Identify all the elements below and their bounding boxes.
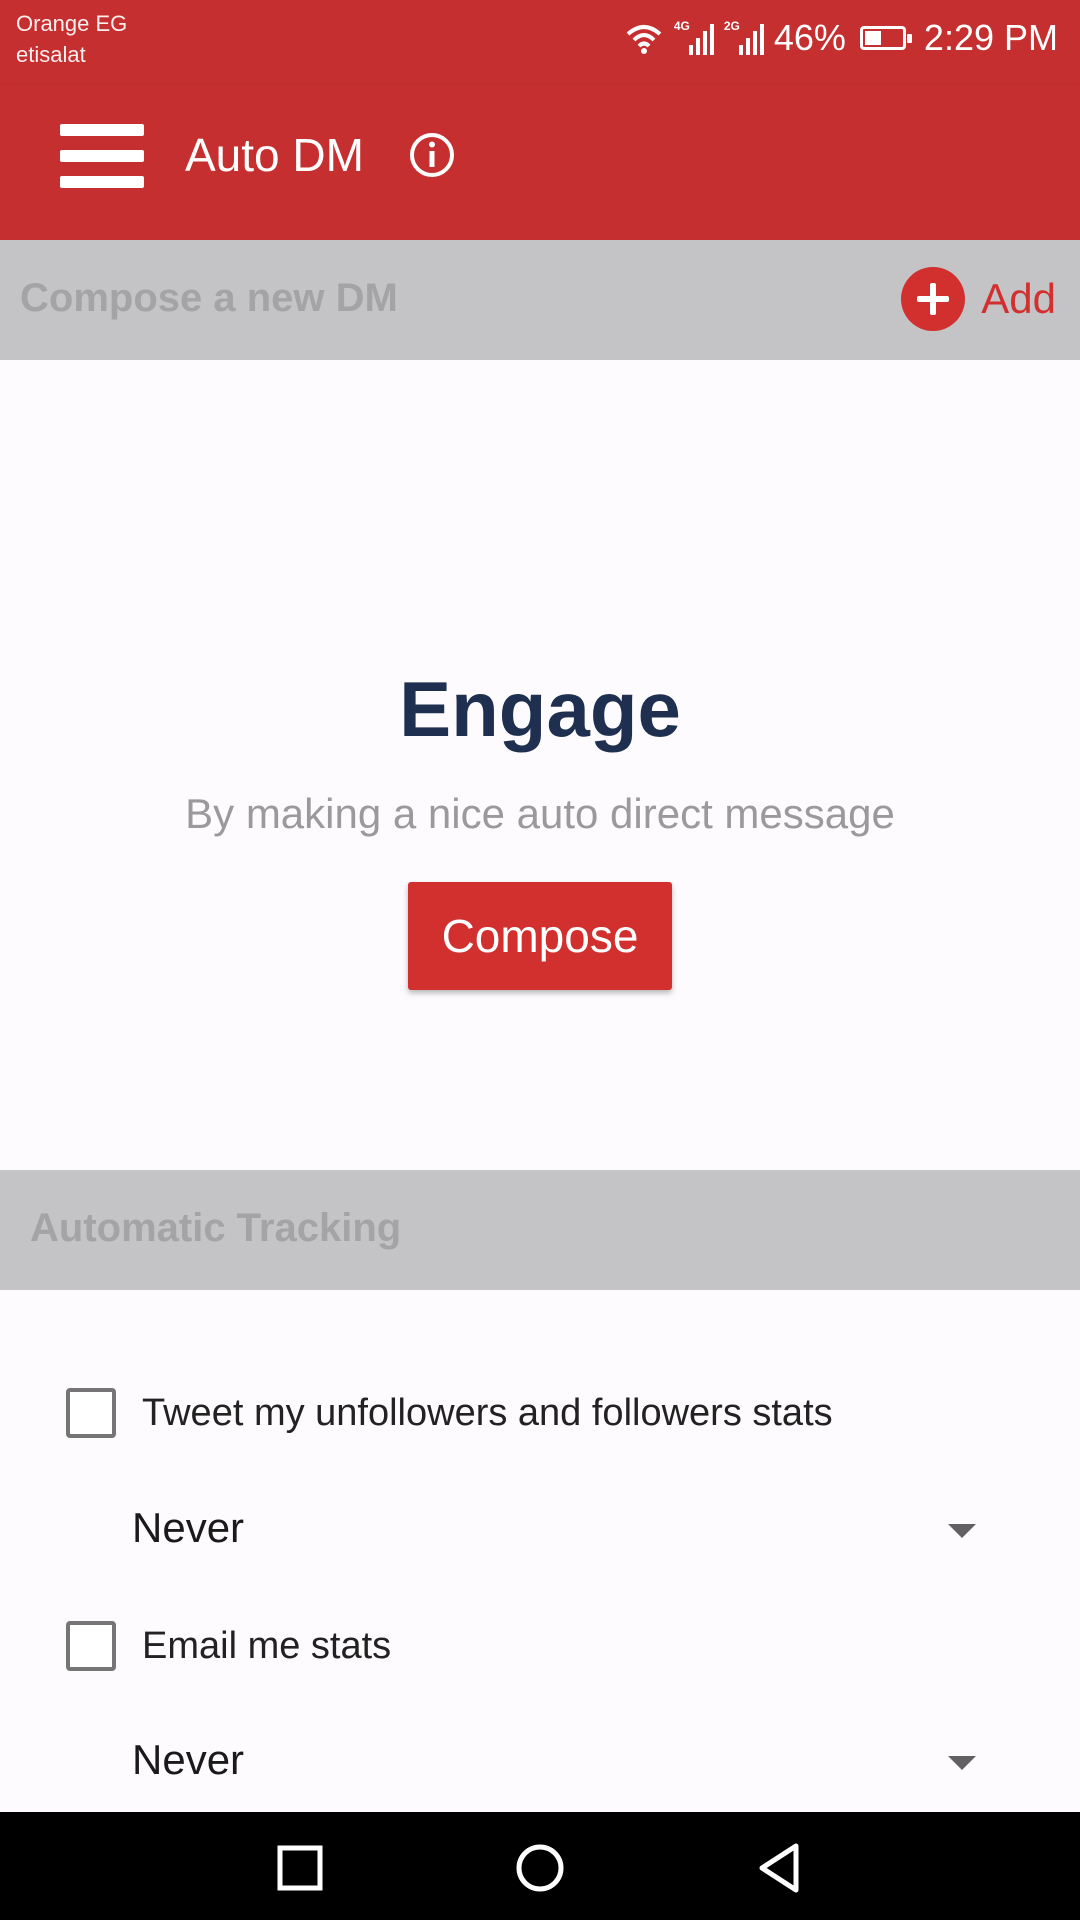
compose-button[interactable]: Compose <box>408 882 672 990</box>
battery-percent: 46% <box>773 17 846 58</box>
recent-apps-icon[interactable] <box>268 1836 332 1900</box>
email-stats-frequency-value: Never <box>132 1736 245 1783</box>
back-icon[interactable] <box>748 1836 812 1900</box>
info-icon[interactable] <box>408 131 456 179</box>
email-stats-option[interactable]: Email me stats <box>66 1616 391 1676</box>
navigation-bar <box>0 1812 1080 1920</box>
sim1-type: 4G <box>673 19 690 33</box>
dropdown-arrow-icon <box>948 1524 976 1538</box>
tweet-stats-option[interactable]: Tweet my unfollowers and followers stats <box>66 1383 833 1443</box>
email-stats-checkbox[interactable] <box>66 1621 116 1671</box>
tweet-stats-label: Tweet my unfollowers and followers stats <box>142 1391 833 1434</box>
tweet-stats-checkbox[interactable] <box>66 1388 116 1438</box>
wifi-icon <box>626 25 662 54</box>
app-bar: Auto DM <box>0 86 1080 240</box>
empty-state-subtitle: By making a nice auto direct message <box>185 790 895 837</box>
signal-icon: 4G <box>673 19 714 55</box>
hamburger-menu-icon[interactable] <box>60 124 144 188</box>
battery-icon <box>859 26 912 50</box>
compose-section-title: Compose a new DM <box>20 276 398 320</box>
email-stats-frequency-dropdown[interactable]: Never <box>132 1722 982 1802</box>
add-label: Add <box>981 275 1056 322</box>
tracking-section-header: Automatic Tracking <box>0 1170 1080 1290</box>
carrier-1: Orange EG <box>16 11 128 36</box>
carrier-2: etisalat <box>16 42 86 67</box>
tweet-stats-frequency-dropdown[interactable]: Never <box>132 1490 982 1570</box>
clock: 2:29 PM <box>923 17 1058 58</box>
carrier-names: Orange EG etisalat <box>16 8 127 70</box>
empty-state-title: Engage <box>399 665 681 753</box>
tweet-stats-frequency-value: Never <box>132 1504 245 1551</box>
compose-section-header: Compose a new DM Add <box>0 240 1080 360</box>
add-button[interactable]: Add <box>901 264 1056 334</box>
plus-circle-icon <box>901 267 966 331</box>
home-icon[interactable] <box>508 1836 572 1900</box>
status-bar: Orange EG etisalat 4G 2G 46% 2:29 PM <box>0 0 1080 86</box>
sim2-type: 2G <box>723 19 740 33</box>
dropdown-arrow-icon <box>948 1756 976 1770</box>
email-stats-label: Email me stats <box>142 1624 392 1667</box>
battery-level <box>864 31 881 45</box>
app-title: Auto DM <box>185 129 364 181</box>
signal-icon: 2G <box>723 19 764 55</box>
status-icons: 4G 2G 46% 2:29 PM <box>624 14 1058 62</box>
tracking-section-title: Automatic Tracking <box>30 1206 402 1250</box>
